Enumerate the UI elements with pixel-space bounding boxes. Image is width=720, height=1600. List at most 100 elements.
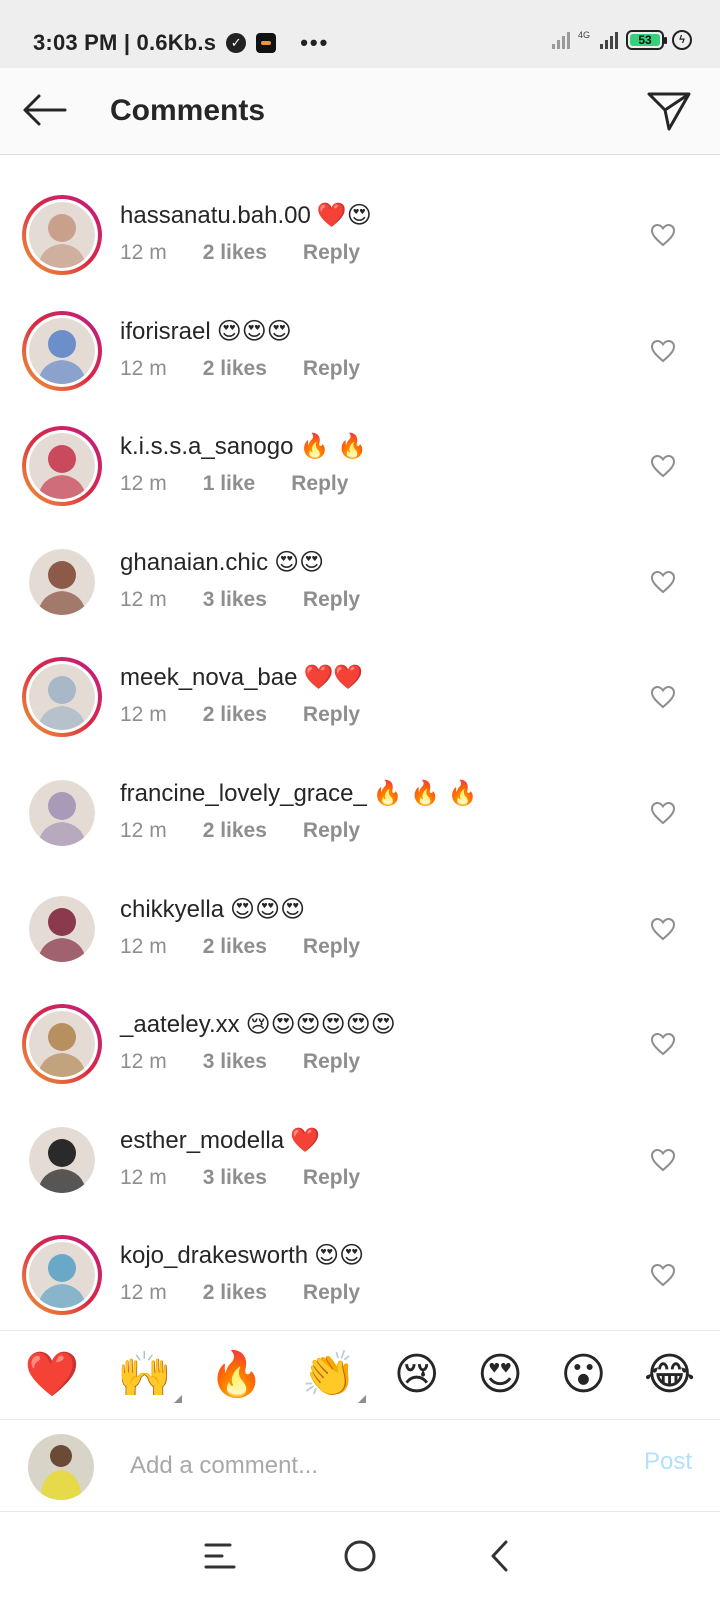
post-button[interactable]: Post bbox=[644, 1448, 692, 1476]
comment-likes[interactable]: 3 likes bbox=[203, 588, 267, 612]
commenter-avatar[interactable] bbox=[22, 311, 102, 391]
reply-button[interactable]: Reply bbox=[303, 819, 360, 843]
comment-row[interactable]: _aateley.xx 😢😍😍😍😍😍 12 m 3 likes Reply bbox=[0, 1004, 720, 1122]
avatar-image bbox=[29, 664, 95, 730]
reply-button[interactable]: Reply bbox=[303, 241, 360, 265]
like-comment-button[interactable] bbox=[646, 334, 680, 368]
comment-username[interactable]: francine_lovely_grace_ bbox=[120, 780, 367, 807]
like-comment-button[interactable] bbox=[646, 1258, 680, 1292]
comment-likes[interactable]: 2 likes bbox=[203, 819, 267, 843]
battery-level: 53 bbox=[630, 33, 660, 47]
heart-outline-icon bbox=[650, 801, 676, 825]
back-arrow-icon bbox=[23, 94, 67, 126]
comment-username[interactable]: kojo_drakesworth bbox=[120, 1242, 308, 1269]
comment-text: meek_nova_bae ❤️❤️ bbox=[120, 663, 363, 692]
comment-meta: 12 m 3 likes Reply bbox=[120, 1050, 360, 1074]
raised-hands-emoji-button[interactable]: 🙌 bbox=[117, 1353, 182, 1403]
commenter-avatar[interactable] bbox=[22, 1235, 102, 1315]
signal-icon-sim1 bbox=[551, 31, 570, 49]
commenter-avatar[interactable] bbox=[22, 1120, 102, 1200]
comment-text: kojo_drakesworth 😍😍 bbox=[120, 1241, 364, 1270]
comment-likes[interactable]: 2 likes bbox=[203, 703, 267, 727]
comment-text: hassanatu.bah.00 ❤️😍 bbox=[120, 201, 372, 230]
back-button[interactable] bbox=[20, 86, 68, 134]
comment-username[interactable]: meek_nova_bae bbox=[120, 664, 297, 691]
comment-row[interactable]: kojo_drakesworth 😍😍 12 m 2 likes Reply bbox=[0, 1235, 720, 1330]
comment-username[interactable]: chikkyella bbox=[120, 896, 224, 923]
comment-username[interactable]: iforisrael bbox=[120, 318, 211, 345]
reply-button[interactable]: Reply bbox=[291, 472, 348, 496]
heart-outline-icon bbox=[650, 1032, 676, 1056]
menu-button[interactable] bbox=[196, 1532, 244, 1580]
comment-time: 12 m bbox=[120, 1281, 167, 1304]
heart-outline-icon bbox=[650, 570, 676, 594]
comment-likes[interactable]: 2 likes bbox=[203, 1281, 267, 1305]
comment-username[interactable]: esther_modella bbox=[120, 1127, 284, 1154]
comment-likes[interactable]: 3 likes bbox=[203, 1166, 267, 1190]
comment-username[interactable]: hassanatu.bah.00 bbox=[120, 202, 311, 229]
comment-likes[interactable]: 1 like bbox=[203, 472, 256, 496]
like-comment-button[interactable] bbox=[646, 1143, 680, 1177]
comment-row[interactable]: meek_nova_bae ❤️❤️ 12 m 2 likes Reply bbox=[0, 657, 720, 775]
reply-button[interactable]: Reply bbox=[303, 1281, 360, 1305]
comment-row[interactable]: hassanatu.bah.00 ❤️😍 12 m 2 likes Reply bbox=[0, 195, 720, 313]
comment-time: 12 m bbox=[120, 935, 167, 958]
commenter-avatar[interactable] bbox=[22, 889, 102, 969]
comment-row[interactable]: chikkyella 😍😍😍 12 m 2 likes Reply bbox=[0, 889, 720, 1007]
tears-of-joy-emoji-button[interactable]: 😂 bbox=[644, 1353, 695, 1397]
avatar-image bbox=[29, 318, 95, 384]
avatar-frame bbox=[26, 1239, 98, 1311]
avatar-image bbox=[28, 1434, 94, 1500]
home-button[interactable] bbox=[336, 1532, 384, 1580]
like-comment-button[interactable] bbox=[646, 449, 680, 483]
reply-button[interactable]: Reply bbox=[303, 1050, 360, 1074]
like-comment-button[interactable] bbox=[646, 218, 680, 252]
heart-eyes-emoji-button[interactable]: 😍 bbox=[477, 1353, 523, 1397]
comment-text: ghanaian.chic 😍😍 bbox=[120, 548, 324, 577]
avatar-frame bbox=[26, 1124, 98, 1196]
fire-emoji-button[interactable]: 🔥 bbox=[209, 1353, 264, 1397]
comment-row[interactable]: ghanaian.chic 😍😍 12 m 3 likes Reply bbox=[0, 542, 720, 660]
comment-likes[interactable]: 2 likes bbox=[203, 241, 267, 265]
commenter-avatar[interactable] bbox=[22, 1004, 102, 1084]
commenter-avatar[interactable] bbox=[22, 542, 102, 622]
comment-likes[interactable]: 2 likes bbox=[203, 935, 267, 959]
comments-list[interactable]: hassanatu.bah.00 ❤️😍 12 m 2 likes Reply ifori… bbox=[0, 155, 720, 1330]
comment-username[interactable]: _aateley.xx bbox=[120, 1011, 240, 1038]
comment-row[interactable]: francine_lovely_grace_ 🔥 🔥 🔥 12 m 2 likes Re… bbox=[0, 773, 720, 891]
like-comment-button[interactable] bbox=[646, 1027, 680, 1061]
like-comment-button[interactable] bbox=[646, 565, 680, 599]
comment-emoji: 😍😍😍 bbox=[216, 317, 292, 345]
share-button[interactable] bbox=[644, 86, 694, 136]
comment-username[interactable]: k.i.s.s.a_sanogo bbox=[120, 433, 293, 460]
clapping-hands-emoji-button[interactable]: 👏 bbox=[302, 1353, 367, 1403]
commenter-avatar[interactable] bbox=[22, 773, 102, 853]
commenter-avatar[interactable] bbox=[22, 195, 102, 275]
like-comment-button[interactable] bbox=[646, 796, 680, 830]
red-heart-emoji-button[interactable]: ❤️ bbox=[25, 1353, 80, 1397]
reply-button[interactable]: Reply bbox=[303, 357, 360, 381]
like-comment-button[interactable] bbox=[646, 912, 680, 946]
reply-button[interactable]: Reply bbox=[303, 935, 360, 959]
comment-time: 12 m bbox=[120, 588, 167, 611]
comment-time: 12 m bbox=[120, 1050, 167, 1073]
comment-input[interactable] bbox=[130, 1448, 570, 1484]
reply-button[interactable]: Reply bbox=[303, 1166, 360, 1190]
surprised-face-emoji-button[interactable]: 😮 bbox=[560, 1353, 606, 1397]
like-comment-button[interactable] bbox=[646, 680, 680, 714]
status-time: 3:03 PM | 0.6Kb.s bbox=[33, 30, 217, 55]
heart-outline-icon bbox=[650, 454, 676, 478]
comment-likes[interactable]: 2 likes bbox=[203, 357, 267, 381]
comment-row[interactable]: esther_modella ❤️ 12 m 3 likes Reply bbox=[0, 1120, 720, 1238]
comment-username[interactable]: ghanaian.chic bbox=[120, 549, 268, 576]
menu-icon bbox=[204, 1543, 236, 1569]
crying-face-emoji-button[interactable]: 😢 bbox=[394, 1353, 440, 1397]
comment-row[interactable]: k.i.s.s.a_sanogo 🔥 🔥 12 m 1 like Reply bbox=[0, 426, 720, 544]
commenter-avatar[interactable] bbox=[22, 426, 102, 506]
reply-button[interactable]: Reply bbox=[303, 588, 360, 612]
comment-row[interactable]: iforisrael 😍😍😍 12 m 2 likes Reply bbox=[0, 311, 720, 429]
commenter-avatar[interactable] bbox=[22, 657, 102, 737]
back-nav-button[interactable] bbox=[476, 1532, 524, 1580]
comment-likes[interactable]: 3 likes bbox=[203, 1050, 267, 1074]
reply-button[interactable]: Reply bbox=[303, 703, 360, 727]
